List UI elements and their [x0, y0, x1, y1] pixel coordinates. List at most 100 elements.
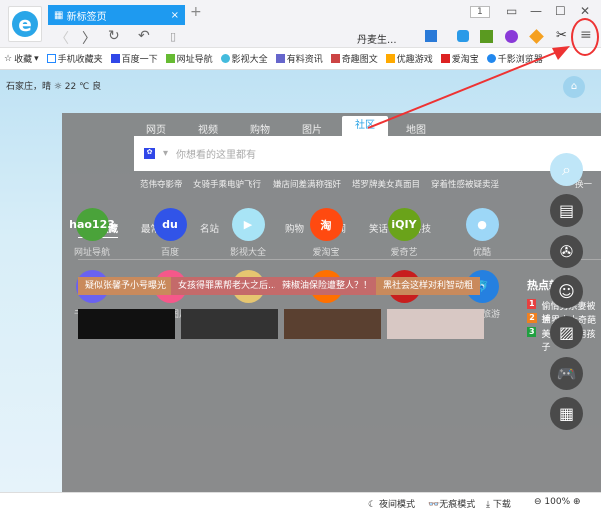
rank-badge: 3	[527, 327, 536, 337]
tab-close-button[interactable]: ×	[171, 10, 179, 21]
news-image[interactable]	[78, 309, 175, 339]
bookmark-item[interactable]: 影视大全	[221, 52, 268, 65]
search-tab[interactable]: 网页	[146, 121, 166, 136]
search-placeholder: 你想看的这里都有	[176, 146, 256, 161]
baidu-icon[interactable]: ✿	[144, 148, 155, 159]
video-float-icon[interactable]: ✇	[550, 235, 583, 268]
refresh-button[interactable]: ↻	[108, 28, 120, 44]
night-mode-button[interactable]: ☾ 夜间模式	[368, 497, 415, 510]
scissors-icon[interactable]: ✂	[556, 28, 567, 43]
game-float-icon[interactable]: 🎮	[550, 357, 583, 390]
undo-close-button[interactable]: ↶	[138, 28, 150, 44]
tab-new-tab[interactable]: ▦ 新标签页×	[48, 5, 185, 25]
image-float-icon[interactable]: ▨	[550, 316, 583, 349]
bookmark-item[interactable]: 网址导航	[166, 52, 213, 65]
zoom-control[interactable]: ⊖ 100% ⊕	[534, 497, 581, 507]
forward-button[interactable]: 〉	[82, 28, 96, 48]
address-input[interactable]	[180, 27, 350, 45]
news-float-icon[interactable]: ▤	[550, 194, 583, 227]
maximize-button[interactable]: ☐	[555, 4, 566, 18]
hot-search-link[interactable]: 穿着性感被疑卖淫	[431, 178, 499, 190]
bookmark-label: 千影浏览器	[498, 52, 543, 65]
bookmark-favorites[interactable]: ☆收藏 ▾	[4, 52, 39, 65]
tab-title: 新标签页	[67, 8, 107, 23]
film-extension-icon[interactable]	[505, 30, 518, 43]
rank-badge: 2	[527, 313, 537, 323]
minimize-button[interactable]: —	[530, 4, 542, 18]
back-button[interactable]: 〈	[55, 28, 69, 48]
site-shortcut[interactable]: iQIY 爱奇艺	[374, 208, 434, 258]
divider	[78, 259, 601, 260]
bookmark-label: 有料资讯	[287, 52, 323, 65]
site-icon: du	[154, 208, 187, 241]
search-tab[interactable]: 图片	[302, 121, 322, 136]
site-icon: ●	[466, 208, 499, 241]
site-shortcut[interactable]: du 百度	[140, 208, 200, 258]
bookmark-label: 优趣游戏	[397, 52, 433, 65]
site-shortcut[interactable]: ▶影视大全	[218, 208, 278, 258]
hot-search-link[interactable]: 范伟夺影帝	[140, 178, 183, 190]
site-label: 优酷	[452, 245, 512, 258]
status-bar: ☾ 夜间模式 👓无痕模式 ⤓ 下载 ⊖ 100% ⊕	[0, 492, 601, 511]
news-tag[interactable]: 黑社会这样对利智动粗	[376, 277, 480, 295]
news-image[interactable]	[284, 309, 381, 339]
bookmark-item[interactable]: 优趣游戏	[386, 52, 433, 65]
site-shortcut[interactable]: hao123网址导航	[62, 208, 122, 258]
site-shortcut[interactable]: 淘爱淘宝	[296, 208, 356, 258]
search-tab-active[interactable]: 社区	[342, 116, 388, 136]
page-icon: ▯	[170, 30, 176, 43]
new-tab-page: 石家庄，晴 ☼ 22 ℃ 良 ⌂ 社区 网页 视频 购物 图片 地图 ✿ ▾ 你想看…	[0, 70, 601, 492]
bookmark-item[interactable]: 奇趣图文	[331, 52, 378, 65]
download-button[interactable]: ⤓ 下载	[486, 497, 511, 510]
gift-float-icon[interactable]: ▦	[550, 397, 583, 430]
apps-icon[interactable]	[425, 30, 437, 42]
bookmark-item[interactable]: 千影浏览器	[487, 52, 543, 65]
site-icon: 淘	[310, 208, 343, 241]
search-input[interactable]: ✿ ▾ 你想看的这里都有	[134, 136, 601, 171]
new-tab-button[interactable]: +	[190, 4, 202, 20]
overlay-panel: 社区 网页 视频 购物 图片 地图 ✿ ▾ 你想看的这里都有 范伟夺影帝 女骑手乘电…	[62, 113, 601, 492]
site-icon: iQIY	[388, 208, 421, 241]
bookmark-label: 手机收藏夹	[58, 52, 103, 65]
site-label: 爱奇艺	[374, 245, 434, 258]
bookmark-item[interactable]: 有料资讯	[276, 52, 323, 65]
bookmark-item[interactable]: 手机收藏夹	[47, 52, 103, 65]
tab-counter[interactable]: 1	[470, 6, 490, 18]
search-tab[interactable]: 购物	[250, 121, 270, 136]
news-tag[interactable]: 辣椒油保险遭整人？！	[275, 277, 379, 295]
weather-widget[interactable]: 石家庄，晴 ☼ 22 ℃ 良	[6, 79, 101, 92]
search-tab[interactable]: 地图	[406, 121, 426, 136]
hot-search-link[interactable]: 嫌店间差满称强奸	[273, 178, 341, 190]
private-mode-button[interactable]: 👓无痕模式	[428, 497, 475, 510]
bookmark-label: 影视大全	[232, 52, 268, 65]
search-tab[interactable]: 视频	[198, 121, 218, 136]
news-image[interactable]	[181, 309, 278, 339]
bookmark-label: 爱淘宝	[452, 52, 479, 65]
hot-search-link[interactable]: 女骑手乘电驴飞行	[193, 178, 261, 190]
bookmark-label: 网址导航	[177, 52, 213, 65]
chevron-down-icon[interactable]: ▾	[163, 148, 168, 159]
search-engine-text[interactable]: 丹麦生...	[357, 31, 397, 46]
news-tag[interactable]: 女孩得罪黑帮老大之后...	[171, 277, 284, 295]
site-shortcut[interactable]: ● 优酷	[452, 208, 512, 258]
search-float-icon[interactable]: ⌕	[550, 153, 583, 186]
bookmark-item[interactable]: 爱淘宝	[441, 52, 479, 65]
video-extension-icon[interactable]	[480, 30, 493, 43]
home-icon[interactable]: ⌂	[563, 76, 585, 98]
bookmark-item[interactable]: 百度一下	[111, 52, 158, 65]
news-image[interactable]	[387, 309, 484, 339]
rank-badge: 1	[527, 299, 536, 309]
private-mode-label: 无痕模式	[439, 500, 475, 510]
site-label: 影视大全	[218, 245, 278, 258]
feedback-button[interactable]: ▭	[506, 4, 517, 18]
site-label: 网址导航	[62, 245, 122, 258]
category-tab[interactable]: 名站	[200, 221, 219, 235]
extension-icon[interactable]	[457, 30, 469, 42]
site-label: 爱淘宝	[296, 245, 356, 258]
bookmark-label: 奇趣图文	[342, 52, 378, 65]
site-label: 百度	[140, 245, 200, 258]
news-tag[interactable]: 疑似张馨予小号曝光	[78, 277, 173, 295]
hot-search-link[interactable]: 塔罗牌美女真面目	[352, 178, 420, 190]
close-window-button[interactable]: ✕	[580, 4, 590, 18]
joke-float-icon[interactable]: ☺	[550, 275, 583, 308]
